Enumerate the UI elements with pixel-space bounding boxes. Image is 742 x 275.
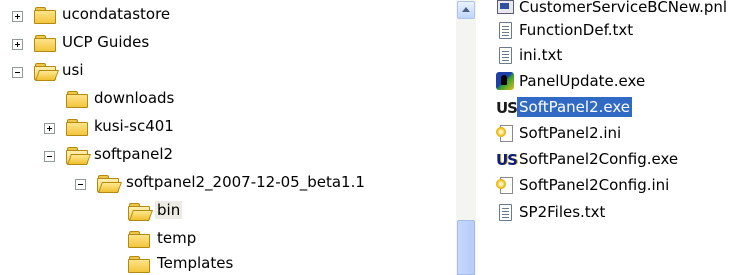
file-label[interactable]: SoftPanel2.exe	[517, 97, 632, 117]
folder-tree: ucondatastore UCP Guides usi downloads k…	[0, 0, 455, 275]
file-item-softpanel2-ini[interactable]: SoftPanel2.ini	[496, 122, 623, 144]
us-app-icon: US	[496, 99, 518, 117]
folder-icon	[128, 255, 150, 273]
folder-icon	[34, 34, 56, 52]
file-label[interactable]: FunctionDef.txt	[517, 20, 635, 40]
panelupdate-app-icon	[496, 72, 514, 90]
panel-file-icon	[496, 0, 514, 16]
tree-node-label[interactable]: Templates	[157, 254, 233, 272]
tree-node-label[interactable]: usi	[62, 61, 84, 79]
file-label[interactable]: PanelUpdate.exe	[517, 71, 647, 91]
file-list: CustomerServiceBCNew.pnl FunctionDef.txt…	[486, 0, 742, 275]
file-item-softpanel2config-exe[interactable]: US SoftPanel2Config.exe	[496, 148, 680, 170]
file-label[interactable]: SoftPanel2Config.ini	[517, 175, 671, 195]
folder-icon	[128, 230, 150, 248]
text-file-icon	[496, 46, 514, 64]
tree-node-templates[interactable]: Templates	[0, 252, 240, 275]
folder-icon	[66, 90, 88, 108]
tree-node-label[interactable]: bin	[155, 201, 183, 219]
open-folder-icon	[97, 174, 123, 193]
file-label[interactable]: CustomerServiceBCNew.pnl	[517, 0, 729, 17]
tree-node-label[interactable]: temp	[157, 229, 196, 247]
open-folder-icon	[34, 62, 60, 81]
tree-scrollbar[interactable]	[456, 0, 476, 275]
file-label[interactable]: SP2Files.txt	[517, 202, 607, 222]
collapse-icon[interactable]	[44, 151, 55, 162]
tree-node-softpanel2[interactable]: softpanel2	[0, 143, 220, 168]
file-label[interactable]: ini.txt	[517, 45, 564, 65]
tree-node-softpanel2-beta[interactable]: softpanel2_2007-12-05_beta1.1	[0, 171, 420, 196]
tree-node-downloads[interactable]: downloads	[0, 87, 220, 112]
file-item-panelupdate-exe[interactable]: PanelUpdate.exe	[496, 70, 647, 92]
collapse-icon[interactable]	[75, 179, 86, 190]
tree-node-ucondatastore[interactable]: ucondatastore	[0, 3, 200, 28]
tree-node-ucp-guides[interactable]: UCP Guides	[0, 31, 200, 56]
tree-node-label[interactable]: softpanel2	[94, 145, 173, 163]
file-label[interactable]: SoftPanel2Config.exe	[517, 149, 680, 169]
tree-node-bin[interactable]: bin	[0, 199, 220, 224]
file-item-softpanel2config-ini[interactable]: SoftPanel2Config.ini	[496, 174, 671, 196]
scrollbar-thumb[interactable]	[457, 220, 475, 275]
tree-node-temp[interactable]: temp	[0, 227, 220, 252]
expand-icon[interactable]	[12, 39, 23, 50]
expand-icon[interactable]	[12, 11, 23, 22]
scroll-up-arrow-icon[interactable]	[457, 1, 475, 19]
file-label[interactable]: SoftPanel2.ini	[517, 123, 623, 143]
file-item-ini-txt[interactable]: ini.txt	[496, 44, 564, 66]
file-item-functiondef-txt[interactable]: FunctionDef.txt	[496, 19, 635, 41]
us-app-icon: US	[496, 151, 518, 169]
open-folder-icon	[128, 202, 154, 221]
tree-node-label[interactable]: downloads	[94, 89, 174, 107]
collapse-icon[interactable]	[12, 67, 23, 78]
tree-node-label[interactable]: kusi-sc401	[94, 117, 174, 135]
file-item-customerservicebcnew-pnl[interactable]: CustomerServiceBCNew.pnl	[496, 0, 729, 18]
folder-icon	[66, 118, 88, 136]
file-item-softpanel2-exe[interactable]: US SoftPanel2.exe	[496, 96, 632, 118]
expand-icon[interactable]	[44, 123, 55, 134]
tree-node-label[interactable]: UCP Guides	[62, 33, 149, 51]
tree-node-label[interactable]: softpanel2_2007-12-05_beta1.1	[126, 173, 365, 191]
tree-node-usi[interactable]: usi	[0, 59, 200, 84]
folder-icon	[34, 6, 56, 24]
ini-file-icon	[496, 176, 514, 194]
tree-node-kusi-sc401[interactable]: kusi-sc401	[0, 115, 220, 140]
ini-file-icon	[496, 124, 514, 142]
file-item-sp2files-txt[interactable]: SP2Files.txt	[496, 201, 607, 223]
text-file-icon	[496, 21, 514, 39]
open-folder-icon	[66, 146, 92, 165]
tree-node-label[interactable]: ucondatastore	[62, 5, 170, 23]
text-file-icon	[496, 203, 514, 221]
